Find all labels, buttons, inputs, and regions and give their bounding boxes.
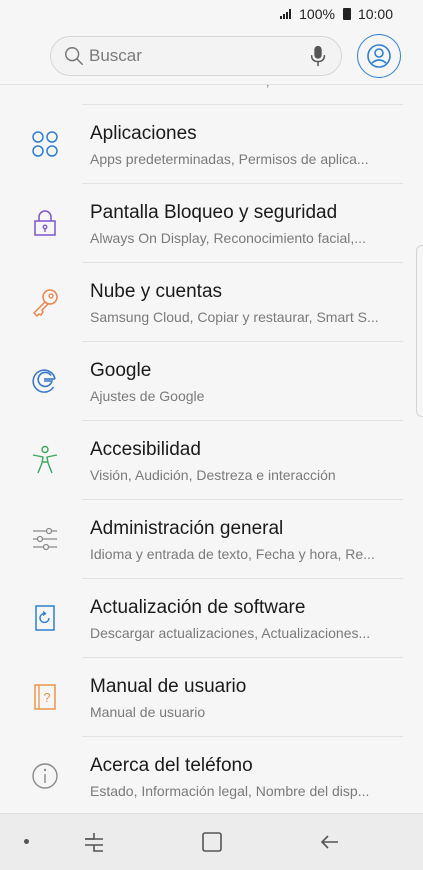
- item-title: Pantalla Bloqueo y seguridad: [90, 202, 338, 223]
- item-subtitle: Idioma y entrada de texto, Fecha y hora,…: [90, 546, 375, 562]
- clipped-previous-item: ―――― ― ―――――――, ―――― ― ―――: [90, 85, 403, 93]
- settings-item-nube-y-cuentas[interactable]: Nube y cuentas Samsung Cloud, Copiar y r…: [0, 263, 423, 342]
- item-title: Google: [90, 360, 152, 381]
- software-update-icon: [35, 605, 55, 631]
- settings-item-manual-de-usuario[interactable]: ? Manual de usuario Manual de usuario: [0, 658, 423, 737]
- accessibility-icon: [32, 445, 58, 474]
- sliders-icon: [33, 527, 57, 551]
- item-title: Nube y cuentas: [90, 281, 223, 302]
- item-title: Administración general: [90, 518, 284, 539]
- item-title: Actualización de software: [90, 597, 306, 618]
- home-icon[interactable]: [198, 828, 226, 856]
- item-subtitle: Ajustes de Google: [90, 388, 205, 404]
- recent-apps-icon[interactable]: [80, 828, 108, 856]
- search-icon: [65, 47, 83, 65]
- apps-icon: [32, 131, 58, 157]
- item-title: Acerca del teléfono: [90, 755, 253, 776]
- back-icon[interactable]: [316, 828, 344, 856]
- item-subtitle: Samsung Cloud, Copiar y restaurar, Smart…: [90, 309, 379, 325]
- nav-dot-icon[interactable]: [24, 839, 29, 844]
- settings-item-administracion-general[interactable]: Administración general Idioma y entrada …: [0, 500, 423, 579]
- account-button[interactable]: [357, 34, 401, 78]
- settings-item-acerca-del-telefono[interactable]: Acerca del teléfono Estado, Información …: [0, 737, 423, 813]
- item-title: Manual de usuario: [90, 676, 247, 697]
- scrollbar-thumb[interactable]: [416, 245, 423, 417]
- item-subtitle: Always On Display, Reconocimiento facial…: [90, 230, 366, 246]
- item-subtitle: Visión, Audición, Destreza e interacción: [90, 467, 336, 483]
- svg-text:?: ?: [43, 690, 50, 705]
- item-title: Accesibilidad: [90, 439, 201, 460]
- microphone-icon[interactable]: [307, 44, 329, 68]
- info-icon: [32, 763, 58, 789]
- search-placeholder: Buscar: [89, 46, 142, 65]
- battery-icon: [342, 8, 351, 20]
- google-icon: [32, 369, 56, 393]
- item-subtitle: Estado, Información legal, Nombre del di…: [90, 783, 370, 799]
- item-subtitle: Apps predeterminadas, Permisos de aplica…: [90, 151, 369, 167]
- lock-icon: [34, 210, 56, 236]
- settings-item-google[interactable]: Google Ajustes de Google: [0, 342, 423, 421]
- item-subtitle: Manual de usuario: [90, 704, 206, 720]
- status-bar: 100% 10:00: [0, 0, 423, 28]
- user-manual-icon: ?: [34, 684, 56, 710]
- settings-list: ―――― ― ―――――――, ―――― ― ――― Aplicaciones …: [0, 85, 423, 813]
- clock: 10:00: [357, 6, 393, 22]
- signal-icon: [280, 9, 292, 19]
- search-input[interactable]: Buscar: [50, 36, 342, 76]
- item-title: Aplicaciones: [90, 123, 197, 144]
- key-icon: [33, 289, 58, 317]
- item-subtitle: Descargar actualizaciones, Actualizacion…: [90, 625, 371, 641]
- profile-icon: [367, 44, 391, 68]
- settings-item-aplicaciones[interactable]: Aplicaciones Apps predeterminadas, Permi…: [0, 105, 423, 184]
- search-row: Buscar: [0, 34, 423, 82]
- settings-item-actualizacion-software[interactable]: Actualización de software Descargar actu…: [0, 579, 423, 658]
- navigation-bar: [0, 813, 423, 870]
- battery-percent: 100%: [299, 6, 335, 22]
- settings-item-accesibilidad[interactable]: Accesibilidad Visión, Audición, Destreza…: [0, 421, 423, 500]
- settings-item-pantalla-bloqueo[interactable]: Pantalla Bloqueo y seguridad Always On D…: [0, 184, 423, 263]
